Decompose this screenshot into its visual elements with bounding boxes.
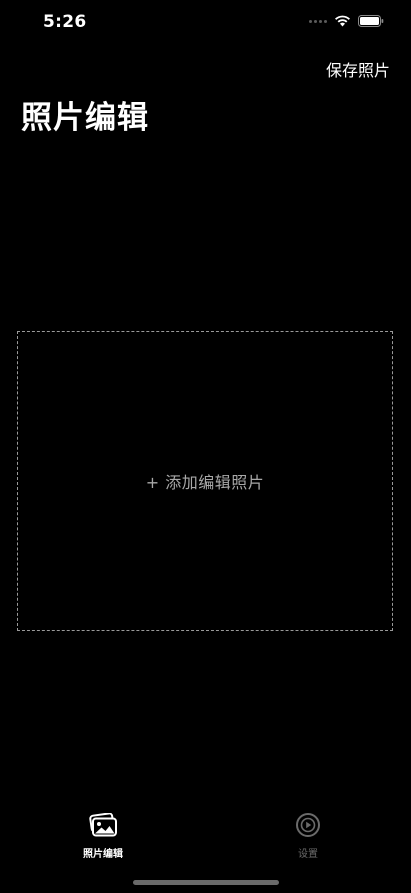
tab-bar: 照片编辑 设置: [0, 810, 411, 870]
cellular-signal-icon: [309, 19, 327, 23]
status-time: 5:26: [43, 12, 87, 32]
photo-stack-icon: [88, 810, 118, 840]
add-photo-label: + 添加编辑照片: [145, 473, 265, 492]
tab-photo-edit[interactable]: 照片编辑: [43, 810, 163, 860]
save-photo-button[interactable]: 保存照片: [326, 57, 390, 81]
add-photo-drop-zone[interactable]: + 添加编辑照片: [17, 331, 393, 631]
home-indicator[interactable]: [133, 880, 279, 885]
tab-photo-edit-label: 照片编辑: [83, 849, 123, 860]
play-circle-icon: [293, 810, 323, 840]
status-indicators: [309, 15, 384, 27]
page-title: 照片编辑: [21, 100, 149, 136]
battery-icon: [358, 15, 384, 27]
tab-settings[interactable]: 设置: [248, 810, 368, 860]
wifi-icon: [335, 15, 350, 27]
status-bar: 5:26: [0, 0, 411, 46]
tab-settings-label: 设置: [298, 849, 318, 860]
